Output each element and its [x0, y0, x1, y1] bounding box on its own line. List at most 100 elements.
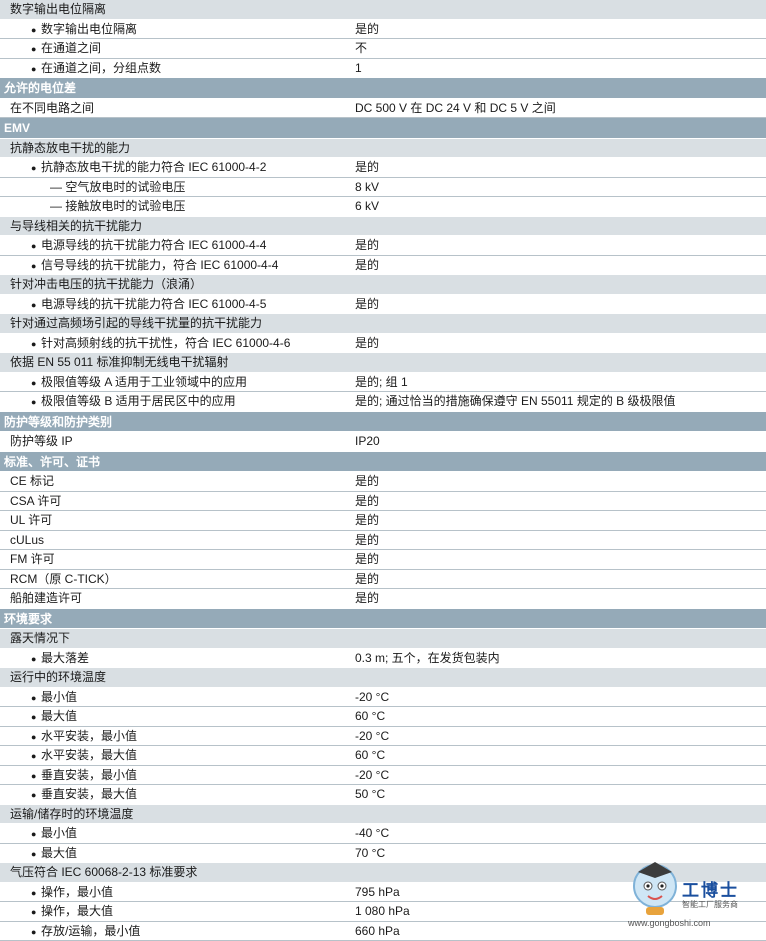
- spec-value: 是的; 组 1: [347, 373, 766, 392]
- spec-row: FM 许可 是的: [0, 550, 766, 570]
- spec-row: ●垂直安装，最大值50 °C: [0, 785, 766, 805]
- bullet-icon: ●: [31, 884, 41, 902]
- spec-row: ●在通道之间不: [0, 39, 766, 59]
- spec-label-text: 标准、许可、证书: [4, 455, 100, 469]
- spec-value: IP20: [347, 432, 766, 452]
- spec-label: ●最小值: [0, 688, 347, 707]
- spec-label: 露天情况下: [0, 629, 766, 648]
- spec-label: ●数字输出电位隔离: [0, 20, 347, 39]
- spec-label: ●抗静态放电干扰的能力符合 IEC 61000-4-2: [0, 158, 347, 177]
- spec-row: ●电源导线的抗干扰能力符合 IEC 61000-4-5是的: [0, 295, 766, 315]
- spec-label: 运输/储存时的环境温度: [0, 805, 766, 824]
- spec-value: 是的: [347, 158, 766, 177]
- spec-row: CE 标记是的: [0, 472, 766, 492]
- section-header: EMV: [0, 118, 766, 139]
- spec-row: ●垂直安装，最小值-20 °C: [0, 766, 766, 786]
- watermark-url: www.gongboshi.com: [628, 918, 711, 928]
- spec-label: ●在通道之间: [0, 39, 347, 58]
- spec-label-text: 在通道之间: [41, 41, 101, 55]
- spec-label: ●针对高频射线的抗干扰性，符合 IEC 61000-4-6: [0, 334, 347, 354]
- spec-label: 抗静态放电干扰的能力: [0, 139, 766, 158]
- spec-label-text: EMV: [4, 121, 30, 135]
- spec-label-text: 依据 EN 55 011 标准抑制无线电干扰辐射: [10, 355, 229, 369]
- spec-value: 1: [347, 59, 766, 79]
- spec-value: -40 °C: [347, 824, 766, 843]
- bullet-icon: ●: [31, 159, 41, 177]
- section-header: 防护等级和防护类别: [0, 412, 766, 433]
- spec-label: — 空气放电时的试验电压: [0, 178, 347, 197]
- bullet-icon: ●: [31, 825, 41, 843]
- spec-value: -20 °C: [347, 727, 766, 746]
- spec-value: 是的: [347, 550, 766, 569]
- spec-label-text: 与导线相关的抗干扰能力: [10, 219, 142, 233]
- spec-label-text: cULus: [10, 533, 44, 547]
- spec-value: 是的: [347, 334, 766, 354]
- spec-label-text: 在通道之间，分组点数: [41, 61, 161, 75]
- subsection-header: 依据 EN 55 011 标准抑制无线电干扰辐射: [0, 353, 766, 373]
- bullet-icon: ●: [31, 296, 41, 315]
- spec-label-text: — 接触放电时的试验电压: [50, 199, 185, 213]
- watermark-logo: 工博士 智能工厂服务商 www.gongboshi.com: [624, 854, 764, 934]
- spec-label: ●电源导线的抗干扰能力符合 IEC 61000-4-4: [0, 236, 347, 255]
- spec-label-text: 允许的电位差: [4, 81, 76, 95]
- spec-label-text: 最大值: [41, 846, 77, 860]
- spec-value: 是的: [347, 589, 766, 609]
- spec-row: 在不同电路之间DC 500 V 在 DC 24 V 和 DC 5 V 之间: [0, 99, 766, 119]
- spec-label-text: 抗静态放电干扰的能力符合 IEC 61000-4-2: [41, 160, 266, 174]
- spec-value: 是的: [347, 570, 766, 589]
- watermark-tagline: 智能工厂服务商: [682, 899, 738, 910]
- spec-value: 是的: [347, 295, 766, 315]
- spec-label-text: 气压符合 IEC 60068-2-13 标准要求: [10, 865, 197, 879]
- watermark-brand: 工博士: [682, 876, 739, 901]
- spec-label: ●极限值等级 A 适用于工业领域中的应用: [0, 373, 347, 392]
- spec-label: ●在通道之间，分组点数: [0, 59, 347, 79]
- subsection-header: 露天情况下: [0, 629, 766, 649]
- spec-label: 防护等级 IP: [0, 432, 347, 452]
- bullet-icon: ●: [31, 60, 41, 79]
- section-header: 标准、许可、证书: [0, 452, 766, 473]
- spec-label-text: 针对高频射线的抗干扰性，符合 IEC 61000-4-6: [41, 336, 290, 350]
- spec-label-text: 操作，最小值: [41, 885, 113, 899]
- spec-label: ●信号导线的抗干扰能力，符合 IEC 61000-4-4: [0, 256, 347, 276]
- subsection-header: 针对冲击电压的抗干扰能力（浪涌）: [0, 275, 766, 295]
- spec-label-text: 防护等级 IP: [10, 434, 73, 448]
- spec-label-text: 运行中的环境温度: [10, 670, 106, 684]
- spec-label: ●电源导线的抗干扰能力符合 IEC 61000-4-5: [0, 295, 347, 315]
- spec-label: ●垂直安装，最小值: [0, 766, 347, 785]
- spec-value: 8 kV: [347, 178, 766, 197]
- spec-row: ●最大值60 °C: [0, 707, 766, 727]
- bullet-icon: ●: [31, 374, 41, 392]
- spec-row: UL 许可是的: [0, 511, 766, 531]
- spec-label-text: 水平安装，最大值: [41, 748, 137, 762]
- bullet-icon: ●: [31, 21, 41, 39]
- spec-label-text: 水平安装，最小值: [41, 729, 137, 743]
- subsection-header: 针对通过高频场引起的导线干扰量的抗干扰能力: [0, 314, 766, 334]
- spec-label-text: CSA 许可: [10, 494, 61, 508]
- spec-label: RCM（原 C-TICK）: [0, 570, 347, 589]
- spec-label: 运行中的环境温度: [0, 668, 766, 687]
- spec-label: ●垂直安装，最大值: [0, 785, 347, 805]
- spec-label: 针对冲击电压的抗干扰能力（浪涌）: [0, 275, 766, 294]
- spec-label: ●最大值: [0, 844, 347, 864]
- spec-value: 是的; 通过恰当的措施确保遵守 EN 55011 规定的 B 级极限值: [347, 392, 766, 412]
- spec-row: — 接触放电时的试验电压6 kV: [0, 197, 766, 217]
- spec-row: ●水平安装，最大值60 °C: [0, 746, 766, 766]
- spec-value: 是的: [347, 20, 766, 39]
- spec-label: — 接触放电时的试验电压: [0, 197, 347, 217]
- spec-label: CE 标记: [0, 472, 347, 491]
- spec-row: ●最小值-40 °C: [0, 824, 766, 844]
- bullet-icon: ●: [31, 903, 41, 921]
- bullet-icon: ●: [31, 845, 41, 864]
- spec-label: ●最大落差: [0, 649, 347, 669]
- bullet-icon: ●: [31, 923, 41, 941]
- spec-value: 是的: [347, 511, 766, 530]
- spec-label: ●存放/运输，最小值: [0, 922, 347, 941]
- spec-row: ●最小值-20 °C: [0, 688, 766, 708]
- spec-label: EMV: [0, 118, 766, 138]
- spec-row: ●最大落差0.3 m; 五个，在发货包装内: [0, 649, 766, 669]
- spec-label-text: FM 许可: [10, 552, 55, 566]
- spec-label-text: 最大值: [41, 709, 77, 723]
- spec-value: DC 500 V 在 DC 24 V 和 DC 5 V 之间: [347, 99, 766, 118]
- bullet-icon: ●: [31, 40, 41, 58]
- subsection-header: 运行中的环境温度: [0, 668, 766, 688]
